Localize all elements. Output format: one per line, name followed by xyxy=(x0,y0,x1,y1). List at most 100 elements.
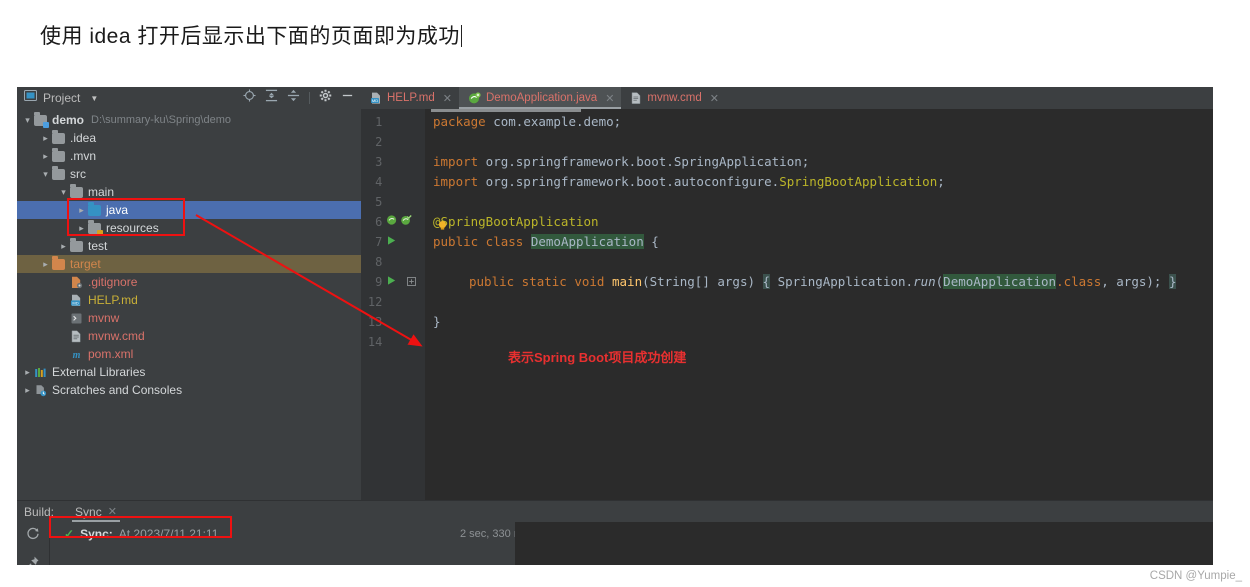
hide-panel-icon[interactable] xyxy=(341,89,354,107)
collapse-all-icon[interactable] xyxy=(287,89,300,107)
chevron-right-icon[interactable]: ▸ xyxy=(39,151,52,162)
tree-node-pom-xml[interactable]: ▸ m pom.xml xyxy=(17,345,361,363)
tree-node-label: Scratches and Consoles xyxy=(52,383,183,397)
tree-node-idea[interactable]: ▸ .idea xyxy=(17,129,361,147)
code-token: org.springframework.boot.autoconfigure. xyxy=(478,174,780,189)
line-number: 7 xyxy=(375,235,383,249)
chevron-down-icon[interactable]: ▼ xyxy=(90,94,98,103)
gutter-line: 8 xyxy=(361,252,425,272)
tree-node-main[interactable]: ▾ main xyxy=(17,183,361,201)
tree-node-test[interactable]: ▸ test xyxy=(17,237,361,255)
editor-code-area[interactable]: package com.example.demo; ▾import org.sp… xyxy=(425,109,1213,500)
chevron-right-icon[interactable]: ▸ xyxy=(75,205,88,216)
line-number: 2 xyxy=(375,135,383,149)
chevron-down-icon[interactable]: ▾ xyxy=(21,115,34,126)
check-icon: ✓ xyxy=(64,527,75,541)
tree-node-gitignore[interactable]: ▸ .gitignore xyxy=(17,273,361,291)
tree-node-mvnw-cmd[interactable]: ▸ mvnw.cmd xyxy=(17,327,361,345)
close-icon[interactable]: ✕ xyxy=(605,92,614,105)
folder-icon xyxy=(52,130,65,144)
gutter-line: 3 xyxy=(361,152,425,172)
no-chevron-icon: ▸ xyxy=(57,331,70,342)
gutter-line: 2 xyxy=(361,132,425,152)
spring-config-gutter-icon[interactable] xyxy=(400,213,412,231)
tree-node-label: src xyxy=(70,167,86,181)
tree-node-target[interactable]: ▸ target xyxy=(17,255,361,273)
code-token-method: main xyxy=(612,274,643,289)
editor-tab-label: HELP.md xyxy=(387,92,435,104)
tree-node-scratches-and-consoles[interactable]: ▸ Scratches and Consoles xyxy=(17,381,361,399)
build-tab-label: Sync xyxy=(75,504,102,519)
tree-node-label: demo xyxy=(52,113,85,127)
line-number: 1 xyxy=(375,115,383,129)
chevron-right-icon[interactable]: ▸ xyxy=(21,385,34,396)
gutter-line: 5 xyxy=(361,192,425,212)
line-number: 6 xyxy=(375,215,383,229)
expand-all-icon[interactable] xyxy=(265,89,278,107)
tree-node-resources[interactable]: ▸ resources xyxy=(17,219,361,237)
no-chevron-icon: ▸ xyxy=(57,349,70,360)
editor-tab-mvnw-cmd[interactable]: mvnw.cmd ✕ xyxy=(621,87,726,109)
tree-node-help-md[interactable]: ▸ MD HELP.md xyxy=(17,291,361,309)
editor-tab-help-md[interactable]: MD HELP.md ✕ xyxy=(361,87,459,109)
gutter-line: 1 xyxy=(361,112,425,132)
refresh-icon[interactable] xyxy=(26,526,40,545)
close-icon[interactable]: ✕ xyxy=(108,505,117,518)
code-token-keyword: .class xyxy=(1056,274,1102,289)
tree-node-demo[interactable]: ▾ demo D:\summary-ku\Spring\demo xyxy=(17,111,361,129)
code-token-brace: } xyxy=(1168,274,1177,289)
run-gutter-icon[interactable] xyxy=(386,273,397,291)
tree-node-label: HELP.md xyxy=(88,293,138,307)
spring-bean-gutter-icon[interactable] xyxy=(386,213,398,231)
chevron-down-icon[interactable]: ▾ xyxy=(57,187,70,198)
code-editor[interactable]: 1 2 3 4 5 6 7 8 9 12 13 14 package com.e… xyxy=(361,109,1213,500)
markdown-file-icon: MD xyxy=(70,294,83,307)
gutter-marks xyxy=(382,273,425,291)
chevron-right-icon[interactable]: ▸ xyxy=(39,133,52,144)
tree-node-external-libraries[interactable]: ▸ External Libraries xyxy=(17,363,361,381)
fold-expand-icon[interactable] xyxy=(407,273,417,291)
build-panel-label: Build: xyxy=(24,504,55,519)
annotation-note-text: 表示Spring Boot项目成功创建 xyxy=(508,350,687,365)
run-gutter-icon[interactable] xyxy=(386,233,397,251)
gitignore-file-icon xyxy=(70,276,83,289)
code-line-4: ▴import org.springframework.boot.autocon… xyxy=(425,172,1213,192)
gutter-line: 7 xyxy=(361,232,425,252)
chevron-right-icon[interactable]: ▸ xyxy=(39,259,52,270)
chevron-down-icon[interactable]: ▾ xyxy=(39,169,52,180)
editor-tab-demoapplication-java[interactable]: DemoApplication.java ✕ xyxy=(458,87,622,109)
no-chevron-icon: ▸ xyxy=(57,277,70,288)
settings-gear-icon[interactable] xyxy=(319,89,332,107)
code-line-9: public static void main(String[] args) {… xyxy=(425,272,1213,292)
shell-file-icon xyxy=(70,312,83,325)
tree-node-mvnw[interactable]: ▸ mvnw xyxy=(17,309,361,327)
tree-node-label: target xyxy=(70,257,101,271)
code-token-class: SpringBootApplication xyxy=(779,174,938,189)
code-token-class: DemoApplication xyxy=(943,274,1057,289)
tree-node-java[interactable]: ▸ java xyxy=(17,201,361,219)
source-root-folder-icon xyxy=(88,202,101,216)
cmd-file-icon xyxy=(630,92,642,104)
locate-icon[interactable] xyxy=(243,89,256,107)
pin-icon[interactable] xyxy=(26,555,40,565)
tree-node-src[interactable]: ▾ src xyxy=(17,165,361,183)
chevron-right-icon[interactable]: ▸ xyxy=(75,223,88,234)
chevron-right-icon[interactable]: ▸ xyxy=(21,367,34,378)
tree-node-label: .idea xyxy=(70,131,97,145)
project-panel-title: Project xyxy=(43,91,81,105)
close-icon[interactable]: ✕ xyxy=(443,92,452,105)
intention-bulb-icon[interactable] xyxy=(437,217,448,237)
close-icon[interactable]: ✕ xyxy=(710,92,719,105)
editor-tabs: MD HELP.md ✕ DemoApplication.java ✕ mvnw… xyxy=(361,87,1213,109)
chevron-right-icon[interactable]: ▸ xyxy=(57,241,70,252)
build-tab-sync[interactable]: Sync ✕ xyxy=(70,501,122,522)
editor-gutter[interactable]: 1 2 3 4 5 6 7 8 9 12 13 14 xyxy=(361,109,425,500)
line-number: 9 xyxy=(375,275,383,289)
toolbar-divider xyxy=(309,92,310,104)
resource-root-folder-icon xyxy=(88,220,103,236)
code-token: (String[] args) xyxy=(642,274,763,289)
tree-node-mvn[interactable]: ▸ .mvn xyxy=(17,147,361,165)
spring-bean-icon xyxy=(468,91,481,105)
build-body: ✓ Sync: At 2023/7/11 21:11 2 sec, 330 ms xyxy=(17,522,1213,565)
